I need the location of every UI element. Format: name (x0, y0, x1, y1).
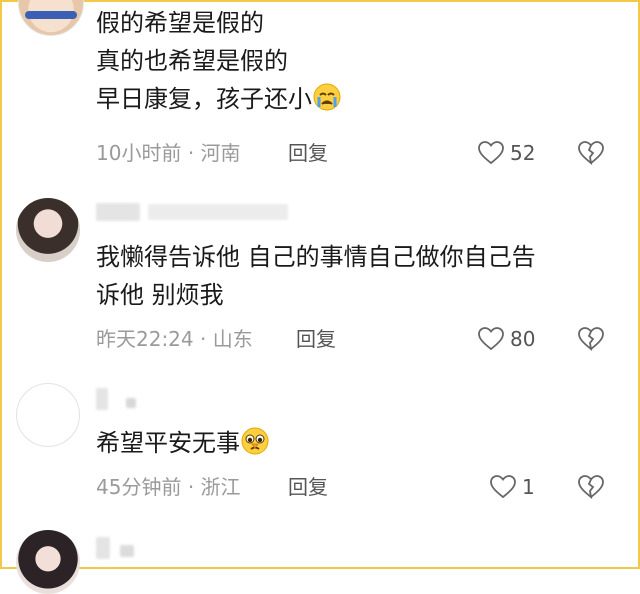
heart-icon (478, 327, 504, 351)
comment-text: 我懒得告诉他 自己的事情自己做你自己告 诉他 别烦我 (96, 238, 536, 314)
comment-line-text: 早日康复，孩子还小 (96, 85, 312, 113)
blurred-username (96, 388, 108, 410)
like-count: 1 (522, 475, 535, 499)
comment-line-text: 希望平安无事 (96, 429, 240, 457)
broken-heart-icon[interactable] (578, 141, 606, 169)
like-button[interactable]: 52 (478, 139, 535, 167)
crying-face-icon (312, 82, 342, 112)
comment-text: 假的希望是假的 真的也希望是假的 早日康复，孩子还小 (96, 4, 342, 118)
like-button[interactable]: 80 (478, 325, 535, 353)
timestamp: 45分钟前 (96, 475, 182, 499)
avatar[interactable] (18, 0, 84, 36)
blurred-username (120, 545, 134, 557)
blurred-username (148, 204, 288, 220)
like-count: 52 (510, 141, 536, 165)
avatar[interactable] (16, 530, 80, 594)
comment-line: 诉他 别烦我 (96, 281, 224, 309)
comment-meta: 10小时前 · 河南 (96, 139, 241, 167)
timestamp: 昨天22:24 (96, 327, 194, 351)
comment-meta: 昨天22:24 · 山东 (96, 325, 253, 353)
broken-heart-icon[interactable] (578, 327, 606, 355)
blurred-username (96, 203, 140, 221)
reply-button[interactable]: 回复 (296, 325, 336, 353)
comment-line: 假的希望是假的 (96, 9, 264, 37)
comment-line: 希望平安无事 (96, 424, 270, 462)
meta-separator: · (200, 327, 207, 351)
reply-button[interactable]: 回复 (288, 473, 328, 501)
location: 浙江 (200, 475, 241, 499)
blurred-username (126, 398, 136, 408)
like-button[interactable]: 1 (490, 473, 535, 501)
meta-separator: · (187, 475, 195, 499)
heart-icon (478, 141, 504, 165)
meta-separator: · (187, 141, 195, 165)
pleading-face-icon (240, 426, 270, 456)
location: 山东 (212, 327, 253, 351)
avatar[interactable] (16, 383, 80, 447)
heart-icon (490, 475, 516, 499)
like-count: 80 (510, 327, 536, 351)
timestamp: 10小时前 (96, 141, 182, 165)
comment-line: 真的也希望是假的 (96, 47, 288, 75)
comment-line: 我懒得告诉他 自己的事情自己做你自己告 (96, 243, 536, 271)
blurred-username (96, 537, 110, 559)
location: 河南 (200, 141, 241, 165)
comment-text: 希望平安无事 (96, 424, 270, 462)
avatar[interactable] (16, 198, 80, 262)
broken-heart-icon[interactable] (578, 475, 606, 503)
comment-line: 早日康复，孩子还小 (96, 80, 342, 118)
reply-button[interactable]: 回复 (288, 139, 328, 167)
comment-meta: 45分钟前 · 浙江 (96, 473, 241, 501)
